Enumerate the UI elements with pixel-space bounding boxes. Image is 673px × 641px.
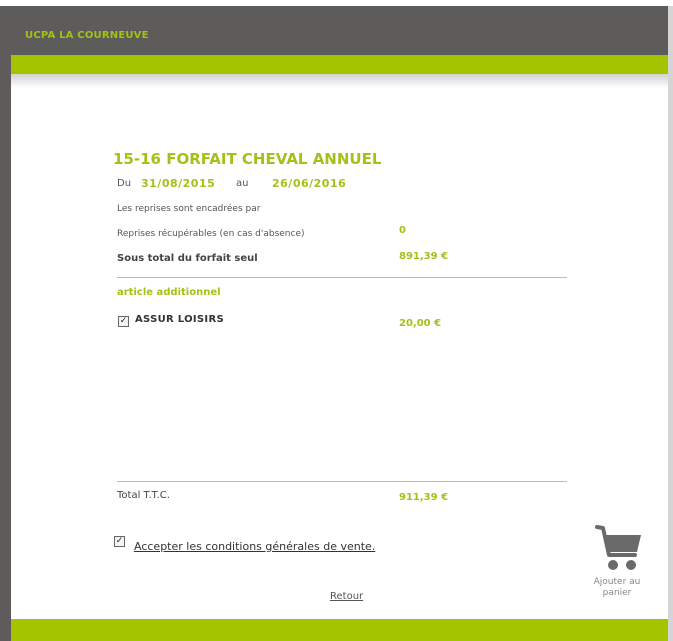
terms-link[interactable]: Accepter les conditions générales de ven… <box>134 540 375 553</box>
divider-total <box>117 481 567 482</box>
product-title: 15-16 FORFAIT CHEVAL ANNUEL <box>113 150 382 168</box>
recuperables-value: 0 <box>399 225 406 236</box>
header-accent-bar <box>11 55 668 74</box>
encadrees-label: Les reprises sont encadrées par <box>117 204 261 214</box>
total-value: 911,39 € <box>399 492 449 503</box>
article-price: 20,00 € <box>399 318 442 329</box>
divider <box>117 277 567 278</box>
date-end-value: 26/06/2016 <box>272 177 347 190</box>
terms-checkbox[interactable]: ✓ <box>114 536 125 547</box>
header-title: UCPA LA COURNEUVE <box>25 30 149 41</box>
date-end-label: au <box>236 178 249 189</box>
footer-accent-bar <box>11 619 668 641</box>
header-bar: UCPA LA COURNEUVE <box>11 6 668 55</box>
retour-link[interactable]: Retour <box>330 591 363 602</box>
article-label: ASSUR LOISIRS <box>135 314 224 325</box>
page-frame-left <box>0 6 11 641</box>
shopping-cart-icon <box>595 525 641 570</box>
header-shadow <box>11 74 668 88</box>
recuperables-label: Reprises récupérables (en cas d'absence) <box>117 229 305 239</box>
date-start-label: Du <box>117 178 132 189</box>
cart-label-line2: panier <box>602 588 632 598</box>
checkmark-icon: ✓ <box>115 536 124 546</box>
sous-total-value: 891,39 € <box>399 251 449 262</box>
add-to-cart-button[interactable]: Ajouter au panier <box>581 519 653 615</box>
checkmark-icon: ✓ <box>119 316 128 326</box>
cart-label-line1: Ajouter au <box>593 577 641 587</box>
page-frame-right <box>668 6 673 641</box>
sous-total-label: Sous total du forfait seul <box>117 253 258 264</box>
total-label: Total T.T.C. <box>117 490 170 501</box>
article-checkbox[interactable]: ✓ <box>118 316 129 327</box>
additional-heading: article additionnel <box>117 287 221 298</box>
date-start-value: 31/08/2015 <box>141 177 216 190</box>
